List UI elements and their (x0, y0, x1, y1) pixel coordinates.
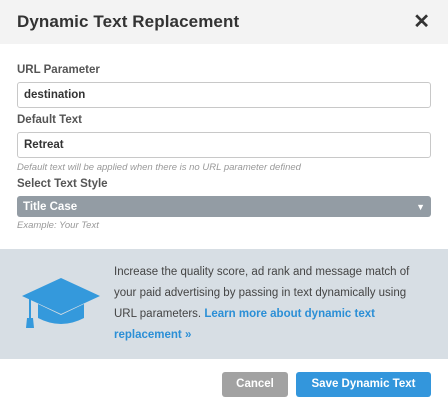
url-parameter-input[interactable]: destination (17, 82, 431, 108)
text-style-example: Example: Your Text (17, 220, 99, 231)
dialog-header: Dynamic Text Replacement ✕ (0, 0, 448, 44)
dialog-footer: Cancel Save Dynamic Text (0, 359, 448, 409)
save-button[interactable]: Save Dynamic Text (296, 371, 431, 397)
dynamic-text-dialog: Dynamic Text Replacement ✕ URL Parameter… (0, 0, 448, 409)
cancel-button[interactable]: Cancel (222, 371, 288, 397)
graduation-cap-icon (22, 278, 100, 328)
info-text: Increase the quality score, ad rank and … (114, 262, 430, 346)
text-style-select[interactable]: Title Case ▼ (17, 196, 431, 217)
close-icon[interactable]: ✕ (413, 12, 430, 32)
info-panel: Increase the quality score, ad rank and … (0, 249, 448, 359)
default-text-label: Default Text (17, 114, 82, 126)
default-text-hint: Default text will be applied when there … (17, 162, 301, 173)
dialog-title: Dynamic Text Replacement (17, 12, 240, 31)
chevron-down-icon: ▼ (416, 201, 425, 212)
text-style-value: Title Case (23, 200, 78, 213)
default-text-input[interactable]: Retreat (17, 132, 431, 158)
dialog-body: URL Parameter destination Default Text R… (0, 44, 448, 231)
text-style-label: Select Text Style (17, 178, 108, 190)
url-parameter-label: URL Parameter (17, 64, 100, 76)
